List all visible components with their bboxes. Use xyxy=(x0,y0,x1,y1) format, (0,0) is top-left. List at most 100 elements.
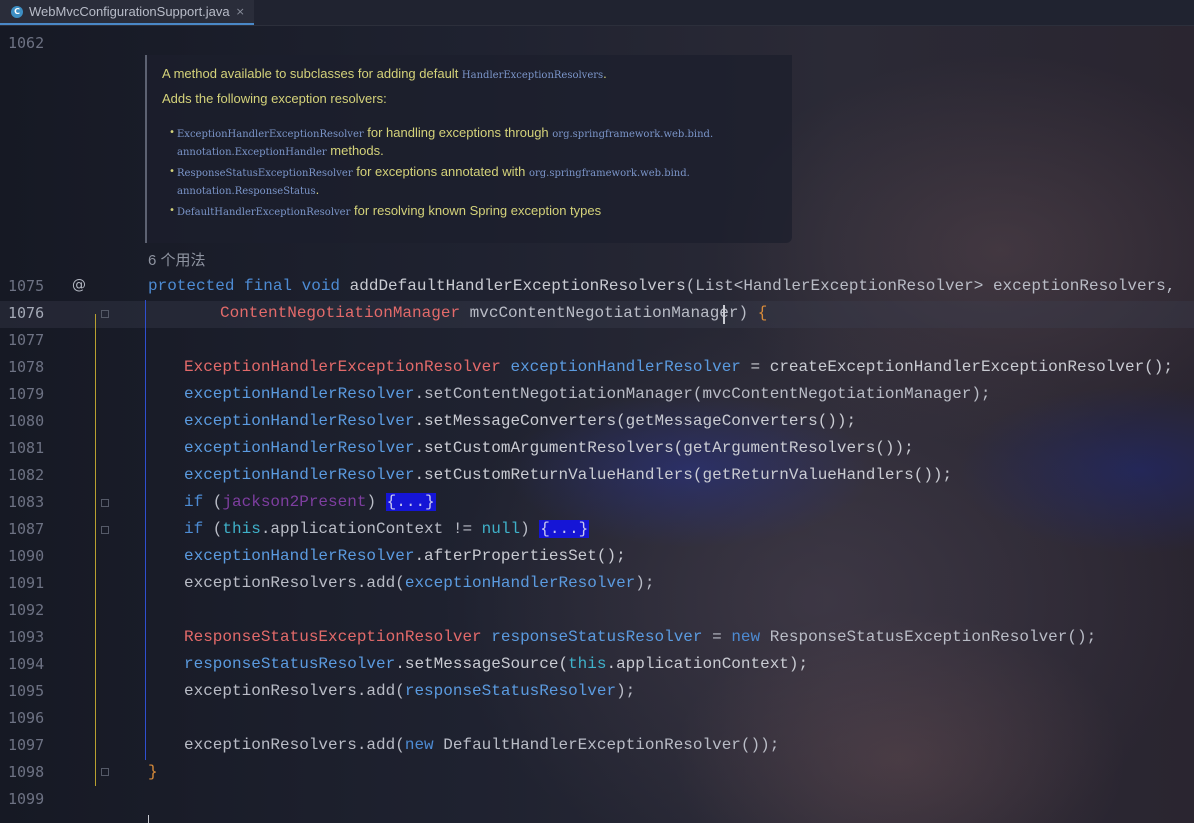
code-line[interactable]: responseStatusResolver.setMessageSource(… xyxy=(184,651,808,678)
line-number[interactable]: 1075 xyxy=(8,273,68,300)
line-number[interactable]: 1093 xyxy=(8,624,68,651)
folded-block[interactable]: {...} xyxy=(385,493,436,511)
keyword: new xyxy=(404,736,434,754)
variable: responseStatusResolver xyxy=(481,628,703,646)
code-text: exceptionResolvers.add( xyxy=(184,574,405,592)
code-text: .setCustomArgumentResolvers(getArgumentR… xyxy=(414,439,914,457)
tab-filename: WebMvcConfigurationSupport.java xyxy=(29,4,230,19)
code-line[interactable]: } xyxy=(148,759,158,786)
line-number[interactable]: 1076 xyxy=(8,300,68,327)
code-text: exceptionResolvers.add( xyxy=(184,682,405,700)
code-line[interactable]: exceptionHandlerResolver.setCustomReturn… xyxy=(184,462,952,489)
keyword: if xyxy=(184,520,204,538)
code-line[interactable]: exceptionHandlerResolver.setCustomArgume… xyxy=(184,435,914,462)
doc-code[interactable]: annotation.ResponseStatus xyxy=(177,186,316,197)
doc-text: methods. xyxy=(326,143,384,158)
doc-text: for resolving known Spring exception typ… xyxy=(350,203,602,218)
variable: responseStatusResolver xyxy=(184,655,396,673)
doc-code[interactable]: DefaultHandlerExceptionResolver xyxy=(177,207,350,218)
code-text: .setContentNegotiationManager(mvcContent… xyxy=(414,385,991,403)
fold-icon[interactable] xyxy=(101,499,109,507)
line-number[interactable]: 1081 xyxy=(8,435,68,462)
close-icon[interactable]: × xyxy=(236,5,245,18)
code-text: = createExceptionHandlerExceptionResolve… xyxy=(740,358,1173,376)
doc-line: annotation.ExceptionHandler methods. xyxy=(177,143,384,158)
scope-guide xyxy=(148,815,149,823)
usages-hint[interactable]: 6 个用法 xyxy=(148,249,206,270)
text-caret xyxy=(723,305,725,324)
code-text: ( xyxy=(203,520,223,538)
line-number[interactable]: 1080 xyxy=(8,408,68,435)
doc-code[interactable]: org.springframework.web.bind. xyxy=(552,129,713,140)
fold-icon[interactable] xyxy=(101,768,109,776)
keyword: protected final void xyxy=(148,277,350,295)
code-line[interactable]: ContentNegotiationManager mvcContentNego… xyxy=(220,300,767,327)
code-line[interactable]: exceptionResolvers.add(exceptionHandlerR… xyxy=(184,570,654,597)
type-name: ResponseStatusExceptionResolver xyxy=(184,628,482,646)
variable: exceptionHandlerResolver xyxy=(184,547,415,565)
code-line[interactable]: exceptionHandlerResolver.setContentNegot… xyxy=(184,381,991,408)
line-number[interactable]: 1095 xyxy=(8,678,68,705)
line-number[interactable]: 1096 xyxy=(8,705,68,732)
doc-text: . xyxy=(315,182,320,197)
line-number[interactable]: 1082 xyxy=(8,462,68,489)
code-line[interactable]: exceptionHandlerResolver.afterProperties… xyxy=(184,543,626,570)
line-number[interactable]: 1097 xyxy=(8,732,68,759)
code-text: exceptionResolvers.add( xyxy=(184,736,405,754)
fold-icon[interactable] xyxy=(101,310,109,318)
code-text: ResponseStatusExceptionResolver(); xyxy=(760,628,1097,646)
line-number[interactable]: 1087 xyxy=(8,516,68,543)
code-line[interactable]: ExceptionHandlerExceptionResolver except… xyxy=(184,354,1173,381)
doc-code[interactable]: annotation.ExceptionHandler xyxy=(177,147,327,158)
line-number[interactable]: 1079 xyxy=(8,381,68,408)
variable: exceptionHandlerResolver xyxy=(184,466,415,484)
override-annotation-icon[interactable]: @ xyxy=(72,277,86,293)
line-number[interactable]: 1078 xyxy=(8,354,68,381)
code-text: DefaultHandlerExceptionResolver()); xyxy=(433,736,780,754)
doc-code[interactable]: ResponseStatusExceptionResolver xyxy=(177,168,353,179)
line-number[interactable]: 1099 xyxy=(8,786,68,813)
variable: responseStatusResolver xyxy=(404,682,617,700)
variable: exceptionHandlerResolver xyxy=(184,439,415,457)
line-number[interactable]: 1062 xyxy=(8,30,68,57)
doc-code[interactable]: HandlerExceptionResolvers xyxy=(462,70,603,81)
folded-block[interactable]: {...} xyxy=(539,520,590,538)
code-line[interactable]: exceptionResolvers.add(new DefaultHandle… xyxy=(184,732,779,759)
doc-code[interactable]: org.springframework.web.bind. xyxy=(529,168,690,179)
type-name: ExceptionHandlerExceptionResolver xyxy=(184,358,501,376)
doc-code[interactable]: ExceptionHandlerExceptionResolver xyxy=(177,129,364,140)
doc-line: annotation.ResponseStatus. xyxy=(177,182,319,197)
tab-bar: C WebMvcConfigurationSupport.java × xyxy=(0,0,1194,26)
code-line[interactable]: exceptionResolvers.add(responseStatusRes… xyxy=(184,678,635,705)
line-number[interactable]: 1090 xyxy=(8,543,68,570)
keyword: new xyxy=(731,628,761,646)
code-text: ) xyxy=(520,520,540,538)
bullet: • xyxy=(169,127,176,138)
code-text: = xyxy=(702,628,732,646)
code-line[interactable]: ResponseStatusExceptionResolver response… xyxy=(184,624,1096,651)
line-number[interactable]: 1098 xyxy=(8,759,68,786)
code-line[interactable]: if (this.applicationContext != null) {..… xyxy=(184,516,590,543)
doc-text: . xyxy=(603,66,607,81)
bullet: • xyxy=(169,166,176,177)
bullet: • xyxy=(169,205,176,216)
code-line[interactable]: if (jackson2Present) {...} xyxy=(184,489,436,516)
editor-tab[interactable]: C WebMvcConfigurationSupport.java × xyxy=(0,0,254,25)
code-line[interactable]: exceptionHandlerResolver.setMessageConve… xyxy=(184,408,856,435)
line-number[interactable]: 1091 xyxy=(8,570,68,597)
doc-line: Adds the following exception resolvers: xyxy=(162,91,387,106)
line-number[interactable]: 1094 xyxy=(8,651,68,678)
code-text: ( xyxy=(203,493,223,511)
code-text: .applicationContext); xyxy=(606,655,809,673)
code-line[interactable]: protected final void addDefaultHandlerEx… xyxy=(148,273,1175,300)
line-number[interactable]: 1092 xyxy=(8,597,68,624)
line-number[interactable]: 1077 xyxy=(8,327,68,354)
field: jackson2Present xyxy=(222,493,367,511)
doc-text: for exceptions annotated with xyxy=(352,164,529,179)
line-number[interactable]: 1083 xyxy=(8,489,68,516)
code-text: .afterPropertiesSet(); xyxy=(414,547,626,565)
code-text: (List< xyxy=(685,277,744,295)
code-text: .applicationContext != xyxy=(260,520,482,538)
fold-icon[interactable] xyxy=(101,526,109,534)
type-name: ContentNegotiationManager xyxy=(220,304,461,322)
